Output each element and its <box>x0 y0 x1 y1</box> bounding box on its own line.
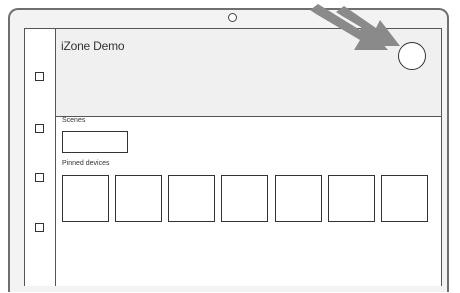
sidebar-item-4[interactable] <box>35 223 44 232</box>
pinned-device-tile-2[interactable] <box>115 175 162 222</box>
app-screen: iZone Demo <box>24 28 442 286</box>
camera-icon <box>228 13 237 22</box>
avatar-button[interactable] <box>398 42 426 70</box>
sidebar <box>25 29 56 286</box>
pinned-device-tile-3[interactable] <box>168 175 215 222</box>
pinned-device-tile-6[interactable] <box>328 175 375 222</box>
pinned-device-tile-5[interactable] <box>275 175 322 222</box>
header: iZone Demo <box>56 29 441 117</box>
scene-tile[interactable] <box>62 131 128 153</box>
pinned-device-tile-1[interactable] <box>62 175 109 222</box>
sidebar-item-1[interactable] <box>35 72 44 81</box>
pinned-devices-label: Pinned devices <box>62 160 110 167</box>
pinned-device-tile-7[interactable] <box>381 175 428 222</box>
scenes-label: Scenes <box>62 117 86 124</box>
page-title: iZone Demo <box>61 39 125 53</box>
sidebar-item-2[interactable] <box>35 124 44 133</box>
pinned-device-tile-4[interactable] <box>221 175 268 222</box>
sidebar-item-3[interactable] <box>35 173 44 182</box>
